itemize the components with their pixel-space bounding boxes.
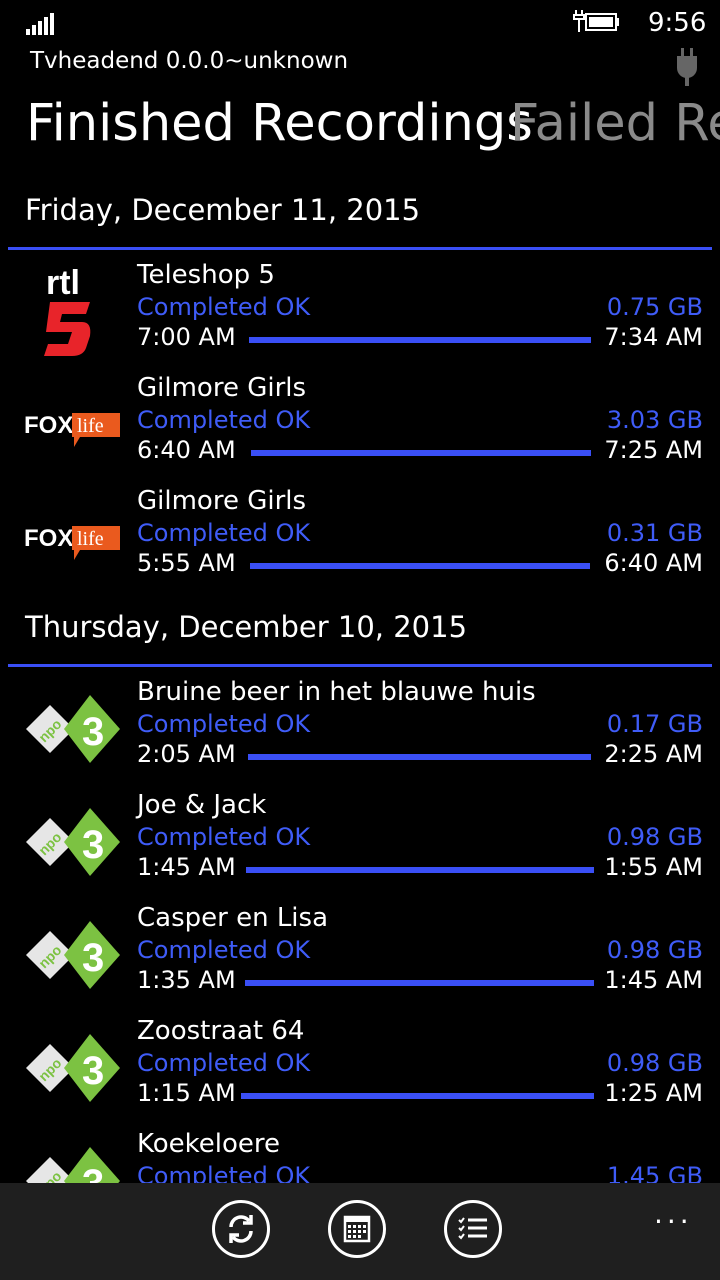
status-bar: 9:56 (0, 0, 720, 48)
recording-item[interactable]: npo 3 Casper en Lisa Completed OK 0.98 G… (0, 903, 720, 1013)
recording-start-time: 7:00 AM (137, 323, 236, 351)
recording-size: 0.98 GB (606, 823, 703, 851)
svg-text:rtl: rtl (46, 264, 80, 302)
recording-status: Completed OK (137, 1162, 311, 1183)
pivot-tab-finished-recordings[interactable]: Finished Recordings (26, 90, 533, 158)
group-header: Friday, December 11, 2015 (25, 193, 421, 227)
recording-end-time: 1:25 AM (604, 1079, 703, 1107)
recording-end-time: 2:25 AM (604, 740, 703, 768)
recording-item[interactable]: FOX life Gilmore Girls Completed OK 0.31… (0, 486, 720, 596)
recording-status: Completed OK (137, 936, 311, 964)
list-button[interactable] (444, 1200, 502, 1258)
recording-title: Teleshop 5 (137, 260, 275, 290)
recording-status: Completed OK (137, 293, 311, 321)
npo3-logo-icon: npo 3 (26, 1034, 120, 1102)
recording-title: Koekeloere (137, 1129, 281, 1159)
recording-title: Joe & Jack (137, 790, 267, 820)
recording-status: Completed OK (137, 1049, 311, 1077)
more-menu-button[interactable]: ... (654, 1197, 693, 1230)
pivot-tab-failed-recordings[interactable]: Failed Recordings (510, 90, 720, 158)
recording-title: Casper en Lisa (137, 903, 329, 933)
recording-end-time: 7:25 AM (604, 436, 703, 464)
recording-size: 3.03 GB (606, 406, 703, 434)
svg-text:3: 3 (82, 936, 104, 980)
connection-plug-icon (677, 48, 697, 86)
recording-status: Completed OK (137, 519, 311, 547)
rtl5-logo-icon: rtl (44, 264, 91, 356)
fox-life-logo-icon: FOX life (24, 412, 120, 447)
recording-duration-bar (249, 337, 591, 343)
recording-item[interactable]: FOX life Gilmore Girls Completed OK 3.03… (0, 373, 720, 483)
recording-duration-bar (250, 563, 590, 569)
calendar-icon (343, 1215, 371, 1243)
recording-status: Completed OK (137, 823, 311, 851)
refresh-icon (229, 1215, 253, 1243)
fox-life-logo-icon: FOX life (24, 525, 120, 560)
recording-duration-bar (248, 754, 591, 760)
app-bar: ... (0, 1183, 720, 1280)
svg-text:life: life (77, 415, 104, 437)
recording-size: 1.45 GB (606, 1162, 703, 1183)
recording-title: Bruine beer in het blauwe huis (137, 677, 536, 707)
group-divider (8, 247, 712, 250)
svg-text:life: life (77, 528, 104, 550)
recording-end-time: 1:55 AM (604, 853, 703, 881)
refresh-button[interactable] (212, 1200, 270, 1258)
recording-item[interactable]: npo 3 Zoostraat 64 Completed OK 0.98 GB … (0, 1016, 720, 1126)
recording-title: Zoostraat 64 (137, 1016, 305, 1046)
recording-duration-bar (246, 867, 594, 873)
svg-text:3: 3 (82, 1049, 104, 1093)
group-divider (8, 664, 712, 667)
battery-charging-icon (573, 10, 619, 32)
recording-title: Gilmore Girls (137, 373, 307, 403)
recording-size: 0.31 GB (606, 519, 703, 547)
recording-start-time: 1:45 AM (137, 853, 236, 881)
recording-item[interactable]: npo 3 Koekeloere Completed OK 1.45 GB (0, 1129, 720, 1183)
recording-duration-bar (245, 980, 594, 986)
recording-size: 0.75 GB (606, 293, 703, 321)
status-clock: 9:56 (648, 8, 707, 38)
recording-duration-bar (251, 450, 591, 456)
recording-item[interactable]: npo 3 Bruine beer in het blauwe huis Com… (0, 677, 720, 787)
npo3-logo-icon: npo 3 (26, 1147, 120, 1183)
calendar-button[interactable] (328, 1200, 386, 1258)
recording-title: Gilmore Girls (137, 486, 307, 516)
signal-strength-icon (26, 13, 56, 35)
recording-size: 0.98 GB (606, 1049, 703, 1077)
svg-text:FOX: FOX (24, 525, 73, 552)
svg-text:FOX: FOX (24, 412, 73, 439)
recording-end-time: 6:40 AM (604, 549, 703, 577)
npo3-logo-icon: npo 3 (26, 921, 120, 989)
recording-start-time: 1:35 AM (137, 966, 236, 994)
recording-start-time: 5:55 AM (137, 549, 236, 577)
svg-text:3: 3 (82, 823, 104, 867)
npo3-logo-icon: npo 3 (26, 695, 120, 763)
recording-item[interactable]: npo 3 Joe & Jack Completed OK 0.98 GB 1:… (0, 790, 720, 900)
app-title: Tvheadend 0.0.0~unknown (30, 48, 349, 74)
svg-text:3: 3 (82, 710, 104, 754)
recording-size: 0.17 GB (606, 710, 703, 738)
recording-end-time: 1:45 AM (604, 966, 703, 994)
group-header: Thursday, December 10, 2015 (25, 610, 468, 644)
recording-start-time: 6:40 AM (137, 436, 236, 464)
recording-item[interactable]: rtl Teleshop 5 Completed OK 0.75 GB 7:00… (0, 260, 720, 370)
recording-duration-bar (241, 1093, 594, 1099)
recording-size: 0.98 GB (606, 936, 703, 964)
list-icon (458, 1217, 487, 1240)
npo3-logo-icon: npo 3 (26, 808, 120, 876)
recording-start-time: 1:15 AM (137, 1079, 236, 1107)
recordings-list[interactable]: Friday, December 11, 2015 rtl Teleshop 5… (0, 180, 720, 1183)
recording-status: Completed OK (137, 710, 311, 738)
svg-text:3: 3 (82, 1162, 104, 1183)
recording-status: Completed OK (137, 406, 311, 434)
recording-end-time: 7:34 AM (604, 323, 703, 351)
pivot-header: Finished Recordings Failed Recordings (0, 90, 720, 162)
recording-start-time: 2:05 AM (137, 740, 236, 768)
